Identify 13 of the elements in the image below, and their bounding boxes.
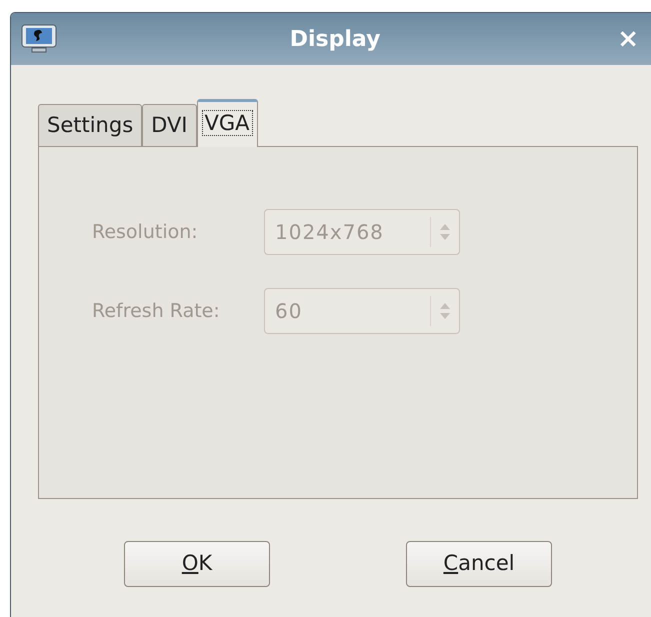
field-label: Resolution:: [92, 220, 199, 245]
field-value: 1024x768: [275, 219, 385, 246]
window-title: Display: [288, 26, 382, 54]
up-down-icon: [439, 223, 451, 241]
up-down-icon: [439, 302, 451, 320]
dialog-button[interactable]: OK: [124, 541, 270, 587]
field-label: Refresh Rate:: [92, 298, 221, 324]
tab[interactable]: DVI: [142, 104, 197, 146]
monitor-icon: [21, 24, 57, 54]
tab[interactable]: VGA: [196, 99, 258, 147]
dialog-button[interactable]: Cancel: [406, 541, 552, 587]
tab[interactable]: Settings: [38, 104, 142, 146]
field-value: 60: [275, 298, 304, 325]
